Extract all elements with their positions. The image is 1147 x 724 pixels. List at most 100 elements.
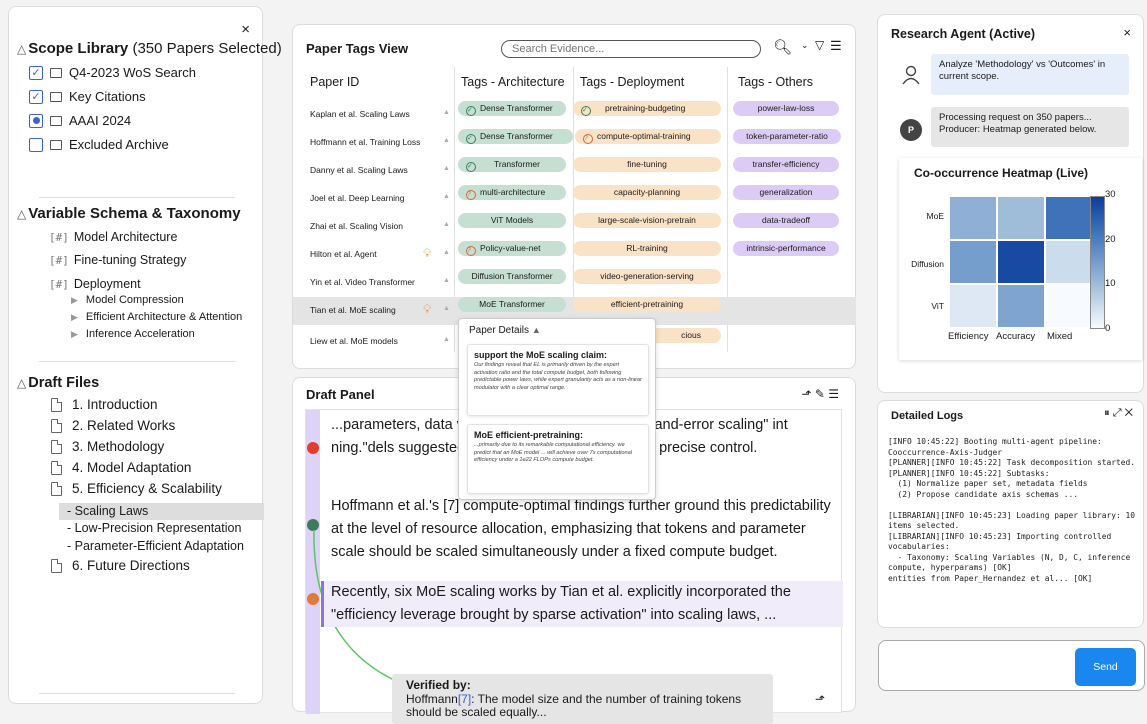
sort-arrow-icon[interactable]: ▲	[443, 336, 450, 343]
pause-icon[interactable]: ⏸︎	[1104, 407, 1110, 419]
open-external-icon[interactable]: ⬏	[801, 387, 811, 401]
close-icon[interactable]: ×	[241, 21, 250, 38]
arch-tag[interactable]: ? Policy-value-net	[458, 241, 566, 256]
filter-icon[interactable]: ▽	[815, 38, 824, 52]
sort-arrow-icon[interactable]: ▲	[443, 193, 450, 200]
schema-sub-efficient-architecture[interactable]: ▶ Efficient Architecture & Attention	[71, 311, 242, 323]
open-external-icon[interactable]: ⬏	[815, 692, 825, 706]
citation-link[interactable]: [7]	[458, 692, 471, 706]
other-tag[interactable]: generalization	[733, 185, 839, 200]
chevron-down-icon[interactable]: ⌄	[801, 40, 809, 51]
heatmap-cell[interactable]	[1045, 240, 1093, 284]
table-row[interactable]: Kaplan et al. Scaling Laws ▲ ✓ Dense Trans…	[293, 101, 856, 129]
checkbox-checked[interactable]: ✓	[29, 89, 43, 104]
heatmap-cell[interactable]	[949, 240, 997, 284]
arch-tag[interactable]: ✓ Dense Transformer	[458, 101, 566, 116]
other-tag[interactable]: power-law-loss	[733, 101, 839, 116]
evidence-card[interactable]: support the MoE scaling claim: Our findi…	[467, 344, 649, 416]
draft-file-model-adaptation[interactable]: 4. Model Adaptation	[51, 460, 191, 475]
edit-icon[interactable]: ✎	[815, 387, 825, 401]
evidence-marker-red[interactable]	[307, 442, 319, 454]
radio-selected[interactable]	[29, 113, 43, 128]
draft-file-introduction[interactable]: 1. Introduction	[51, 397, 158, 412]
arch-tag[interactable]: ViT Models	[458, 213, 566, 228]
scope-item-aaai-2024[interactable]: AAAI 2024	[29, 113, 131, 128]
menu-icon[interactable]: ☰	[830, 38, 842, 54]
draft-file-methodology[interactable]: 3. Methodology	[51, 439, 164, 454]
lightbulb-icon[interactable]: 💡︎	[423, 246, 431, 261]
lightbulb-icon[interactable]: 💡︎	[423, 302, 431, 317]
heatmap-cell[interactable]	[949, 196, 997, 240]
collapse-triangle-icon[interactable]: △	[17, 207, 26, 221]
draft-paragraph-highlighted[interactable]: Recently, six MoE scaling works by Tian …	[321, 581, 843, 627]
table-row[interactable]: Zhai et al. Scaling Vision ▲ ViT Models l…	[293, 213, 856, 241]
scope-item-q4-2023[interactable]: ✓ Q4-2023 WoS Search	[29, 65, 196, 80]
heatmap-cell[interactable]	[949, 284, 997, 328]
send-button[interactable]: Send	[1075, 648, 1136, 686]
sort-arrow-icon[interactable]: ▲	[443, 277, 450, 284]
deployment-tag[interactable]: fine-tuning	[573, 157, 721, 172]
schema-sub-inference-acceleration[interactable]: ▶ Inference Acceleration	[71, 328, 195, 340]
arch-tag[interactable]: Diffusion Transformer	[458, 269, 566, 284]
collapse-triangle-icon[interactable]: ▲	[532, 325, 541, 335]
deployment-tag[interactable]: ✓ pretraining-budgeting	[573, 101, 721, 116]
column-header-others[interactable]: Tags - Others	[738, 75, 813, 89]
draft-file-future-directions[interactable]: 6. Future Directions	[51, 558, 190, 573]
chat-input[interactable]	[885, 647, 1065, 685]
sort-arrow-icon[interactable]: ▲	[443, 249, 450, 256]
arch-tag[interactable]: ✓ Transformer	[458, 157, 566, 172]
draft-file-related-works[interactable]: 2. Related Works	[51, 418, 175, 433]
arch-tag[interactable]: ✓ Dense Transformer	[458, 129, 573, 144]
other-tag[interactable]: token-parameter-ratio	[733, 129, 841, 144]
popup-header[interactable]: Paper Details ▲	[469, 325, 541, 336]
log-output[interactable]: [INFO 10:45:22] Booting multi-agent pipe…	[888, 437, 1143, 584]
table-row[interactable]: Hilton et al. Agent 💡︎ ▲ ? Policy-value-net…	[293, 241, 856, 269]
table-row[interactable]: Hoffmann et al. Training Loss ▲ ✓ Dense Tr…	[293, 129, 856, 157]
deployment-tag[interactable]: RL-training	[573, 241, 721, 256]
close-icon[interactable]: ✕	[1125, 407, 1133, 419]
schema-item-fine-tuning[interactable]: [#] Fine-tuning Strategy	[49, 253, 186, 267]
close-icon[interactable]: ×	[1123, 25, 1131, 40]
other-tag[interactable]: intrinsic-performance	[733, 241, 839, 256]
sort-arrow-icon[interactable]: ▲	[443, 165, 450, 172]
expand-icon[interactable]: ⤢	[1113, 407, 1122, 419]
schema-header[interactable]: △ Variable Schema & Taxonomy	[17, 205, 241, 222]
deployment-tag[interactable]: ? compute-optimal-training	[575, 129, 721, 144]
scope-library-header[interactable]: △ Scope Library (350 Papers Selected)	[17, 40, 282, 57]
other-tag[interactable]: transfer-efficiency	[733, 157, 839, 172]
checkbox-unchecked[interactable]	[29, 137, 43, 152]
menu-icon[interactable]: ☰	[828, 387, 839, 401]
sort-arrow-icon[interactable]: ▲	[443, 137, 450, 144]
arch-tag[interactable]: ? multi-architecture	[458, 185, 566, 200]
search-evidence-input[interactable]	[501, 40, 761, 58]
draft-subfile-parameter-efficient[interactable]: - Parameter-Efficient Adaptation	[67, 539, 244, 553]
evidence-card[interactable]: MoE efficient-pretraining: ...primarily …	[467, 424, 649, 494]
deployment-tag[interactable]: capacity-planning	[573, 185, 721, 200]
collapse-triangle-icon[interactable]: △	[17, 42, 26, 56]
search-icon[interactable]: 🔍︎	[773, 38, 792, 56]
scope-item-excluded-archive[interactable]: Excluded Archive	[29, 137, 169, 152]
heatmap-cell[interactable]	[997, 240, 1045, 284]
table-row[interactable]: Yin et al. Video Transformer ▲ Diffusion …	[293, 269, 856, 297]
draft-paragraph[interactable]: Hoffmann et al.'s [7] compute-optimal fi…	[331, 495, 836, 564]
checkbox-checked[interactable]: ✓	[29, 65, 43, 80]
column-header-architecture[interactable]: Tags - Architecture	[461, 75, 565, 89]
sort-arrow-icon[interactable]: ▲	[443, 221, 450, 228]
heatmap-cell[interactable]	[1045, 284, 1093, 328]
deployment-tag[interactable]: video-generation-serving	[573, 269, 721, 284]
draft-subfile-scaling-laws[interactable]: - Scaling Laws	[59, 503, 264, 520]
scope-item-key-citations[interactable]: ✓ Key Citations	[29, 89, 146, 104]
heatmap-cell[interactable]	[997, 196, 1045, 240]
table-row[interactable]: Joel et al. Deep Learning ▲ ? multi-archit…	[293, 185, 856, 213]
deployment-tag[interactable]: efficient-pretraining	[573, 297, 721, 312]
collapse-triangle-icon[interactable]: △	[17, 376, 26, 390]
heatmap-cell[interactable]	[997, 284, 1045, 328]
draft-files-header[interactable]: △ Draft Files	[17, 375, 99, 391]
sort-arrow-icon[interactable]: ▲	[443, 305, 450, 312]
other-tag[interactable]: data-tradeoff	[733, 213, 839, 228]
arch-tag[interactable]: MoE Transformer	[458, 297, 566, 312]
schema-sub-model-compression[interactable]: ▶ Model Compression	[71, 294, 184, 306]
table-row[interactable]: Danny et al. Scaling Laws ▲ ✓ Transformer …	[293, 157, 856, 185]
schema-item-model-architecture[interactable]: [#] Model Architecture	[49, 230, 177, 244]
schema-item-deployment[interactable]: [#] Deployment	[49, 277, 141, 291]
